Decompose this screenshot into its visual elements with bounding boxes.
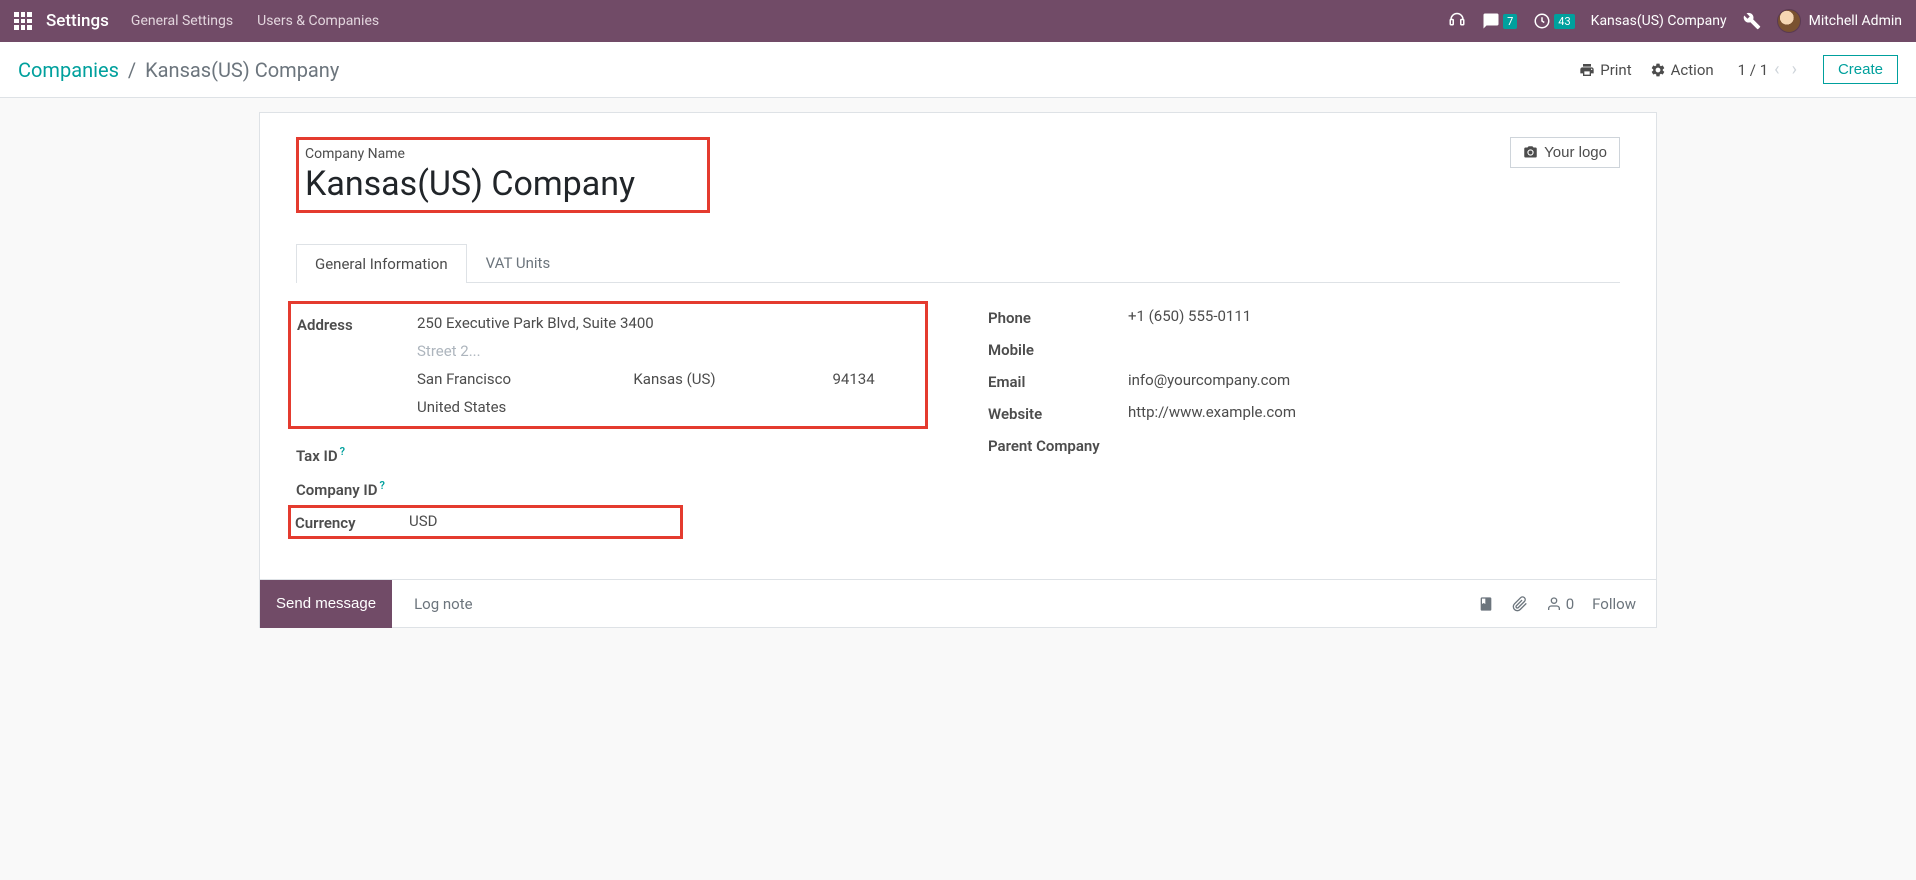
website-value[interactable]: http://www.example.com [1128,403,1620,423]
company-name-highlight: Company Name Kansas(US) Company [296,137,710,213]
address-country[interactable]: United States [417,398,919,416]
company-name-value[interactable]: Kansas(US) Company [305,164,697,204]
address-city[interactable]: San Francisco [417,370,607,388]
label-address: Address [297,314,417,416]
company-name-label: Company Name [305,146,697,162]
chatter-bar: Send message Log note 0 Follow [259,580,1657,628]
user-avatar [1777,9,1801,33]
address-street2[interactable]: Street 2... [417,342,919,360]
phone-value[interactable]: +1 (650) 555-0111 [1128,307,1620,327]
voip-icon[interactable] [1448,12,1466,30]
breadcrumb: Companies / Kansas(US) Company [18,58,339,82]
activities-icon[interactable]: 43 [1533,12,1574,30]
pager-prev[interactable]: ‹ [1768,59,1785,80]
breadcrumb-root[interactable]: Companies [18,58,119,82]
log-note-button[interactable]: Log note [414,595,472,613]
tab-general-information[interactable]: General Information [296,244,467,283]
mobile-value[interactable] [1128,339,1620,359]
pager-next[interactable]: › [1786,59,1803,80]
top-nav: Settings General Settings Users & Compan… [0,0,1916,42]
breadcrumb-current: Kansas(US) Company [145,58,339,82]
email-value[interactable]: info@yourcompany.com [1128,371,1620,391]
tax-id-help-icon[interactable]: ? [340,445,345,458]
address-zip[interactable]: 94134 [832,370,919,388]
company-id-help-icon[interactable]: ? [379,479,384,492]
debug-icon[interactable] [1743,12,1761,30]
your-logo-button[interactable]: Your logo [1510,137,1620,168]
attachment-icon[interactable] [1512,596,1528,612]
label-email: Email [988,371,1128,391]
messages-icon[interactable]: 7 [1482,12,1517,30]
form-sheet: Your logo Company Name Kansas(US) Compan… [259,112,1657,580]
address-street[interactable]: 250 Executive Park Blvd, Suite 3400 [417,314,919,332]
follow-button[interactable]: Follow [1592,595,1636,613]
address-highlight: Address 250 Executive Park Blvd, Suite 3… [288,301,928,429]
label-currency: Currency [295,512,409,532]
currency-highlight: Currency USD [288,505,683,539]
create-button[interactable]: Create [1823,55,1898,84]
menu-general-settings[interactable]: General Settings [131,13,233,29]
tab-vat-units[interactable]: VAT Units [467,243,570,282]
action-button[interactable]: Action [1650,61,1714,79]
app-brand[interactable]: Settings [46,11,109,31]
pager-text: 1 / 1 [1738,61,1769,79]
right-column: Phone +1 (650) 555-0111 Mobile Email inf… [988,301,1620,539]
currency-value[interactable]: USD [409,512,676,532]
followers-count[interactable]: 0 [1546,595,1574,613]
book-icon[interactable] [1478,596,1494,612]
label-company-id: Company ID? [296,477,416,499]
send-message-button[interactable]: Send message [260,580,392,628]
activities-badge: 43 [1554,14,1574,29]
company-id-value[interactable] [416,477,928,499]
user-name: Mitchell Admin [1809,13,1902,29]
tax-id-value[interactable] [416,443,928,465]
parent-company-value[interactable] [1128,435,1620,455]
label-phone: Phone [988,307,1128,327]
tabs: General Information VAT Units [296,243,1620,283]
left-column: Address 250 Executive Park Blvd, Suite 3… [296,301,928,539]
address-state[interactable]: Kansas (US) [633,370,806,388]
company-switcher[interactable]: Kansas(US) Company [1591,13,1727,29]
label-tax-id: Tax ID? [296,443,416,465]
control-bar: Companies / Kansas(US) Company Print Act… [0,42,1916,98]
pager: 1 / 1 ‹ › [1738,59,1803,80]
label-mobile: Mobile [988,339,1128,359]
camera-icon [1523,145,1538,160]
print-button[interactable]: Print [1579,61,1631,79]
apps-icon[interactable] [14,12,32,30]
label-website: Website [988,403,1128,423]
user-menu[interactable]: Mitchell Admin [1777,9,1902,33]
messages-badge: 7 [1503,14,1517,29]
label-parent-company: Parent Company [988,435,1128,455]
menu-users-companies[interactable]: Users & Companies [257,13,379,29]
